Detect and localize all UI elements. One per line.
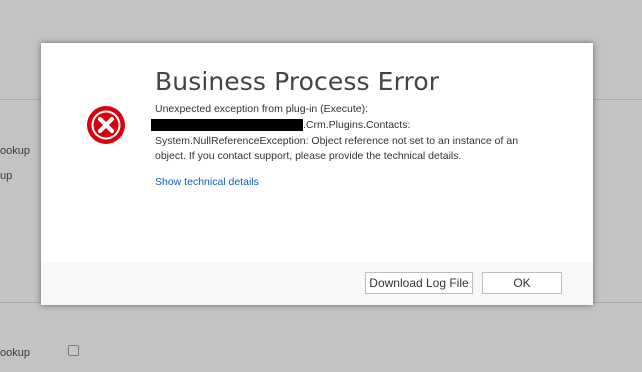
error-message-line: System.NullReferenceException: Object re… xyxy=(155,135,519,147)
redacted-block xyxy=(151,119,303,131)
background-lookup-label: ookup xyxy=(0,145,30,157)
show-technical-details-link[interactable]: Show technical details xyxy=(155,176,259,188)
background-label: up xyxy=(0,170,13,182)
error-message-line: Unexpected exception from plug-in (Execu… xyxy=(155,103,369,115)
background-checkbox xyxy=(68,345,79,356)
error-message-line: object. If you contact support, please p… xyxy=(155,150,462,162)
error-x-icon xyxy=(87,106,125,144)
dialog-title: Business Process Error xyxy=(155,67,440,96)
download-log-file-button[interactable]: Download Log File xyxy=(365,272,473,294)
background-lookup-label: ookup xyxy=(0,347,30,359)
error-message-line: .Crm.Plugins.Contacts: xyxy=(303,119,411,131)
error-dialog: Business Process Error Unexpected except… xyxy=(41,43,593,305)
ok-button[interactable]: OK xyxy=(482,272,562,294)
